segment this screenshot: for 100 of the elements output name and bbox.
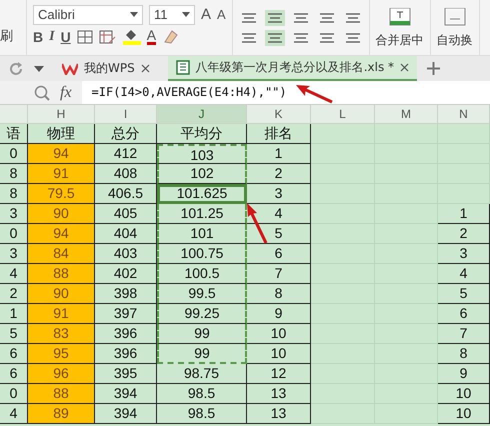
table-cell: 406.5 [95,184,157,204]
table-cell: 6 [438,304,490,324]
close-icon[interactable] [140,64,150,73]
table-cell: 10 [247,324,311,344]
table-cell: 7 [438,324,490,344]
format-painter-label[interactable]: 刷 [0,27,13,45]
column-header[interactable]: L [311,105,375,124]
wrap-text-button[interactable]: 自动换 [436,32,473,49]
table-cell: 402 [95,264,157,284]
table-cell: 9 [247,304,311,324]
close-icon[interactable] [400,63,410,72]
merge-center-button[interactable]: 合并居中 [376,32,424,49]
wrap-text-icon[interactable] [444,8,466,26]
column-header[interactable]: K [247,105,311,124]
table-cell: 1 [438,204,490,224]
spreadsheet-icon [176,60,190,75]
table-cell: 102 [157,164,247,184]
table-cell: 103 [157,144,247,164]
table-cell: 13 [247,384,311,404]
table-cell: 9 [438,364,490,384]
table-cell: 394 [95,404,157,424]
table-cell: 10 [438,384,490,404]
table-cell: 7 [247,264,311,284]
table-cell: 98.5 [157,384,247,404]
table-cell: 1 [247,144,311,164]
italic-button[interactable]: I [49,28,55,44]
formula-field[interactable]: =IF(I4>0,AVERAGE(E4:H4),"") [82,81,490,104]
table-cell: 语 [0,124,28,144]
w-logo-icon [62,62,78,74]
table-cell: 398 [95,284,157,304]
table-cell: 100.75 [157,244,247,264]
fill-bucket-icon[interactable] [122,28,141,44]
increase-font-button[interactable]: A [201,6,212,23]
table-cell: 89 [28,404,95,424]
table-cell: 排名 [247,124,311,144]
table-cell: 平均分 [157,124,247,144]
table-cell: 412 [95,144,157,164]
table-cell: 99.5 [157,284,247,304]
table-cell: 91 [28,304,95,324]
tab-label: 八年级第一次月考总分以及排名.xls * [196,59,394,76]
table-cell: 12 [247,364,311,384]
column-header[interactable]: I [95,105,157,124]
table-cell: 394 [95,384,157,404]
decrease-font-button[interactable]: A [217,7,226,22]
table-cell: 90 [28,204,95,224]
merge-cells-icon[interactable] [388,8,411,26]
table-cell: 84 [28,244,95,264]
caret-icon [182,12,190,17]
table-cell: 2 [247,164,311,184]
font-color-button[interactable]: A [146,28,156,44]
cell-format-icon[interactable] [98,30,117,44]
empty-cell [375,124,438,144]
table-cell: 10 [247,344,311,364]
column-header[interactable]: M [375,105,438,124]
font-size-dropdown[interactable]: 11 [149,4,195,24]
table-cell: 101 [157,224,247,244]
table-cell: 4 [438,264,490,284]
table-cell: 94 [28,144,95,164]
align-middle-icon[interactable] [264,10,285,26]
table-cell: 90 [28,284,95,304]
caret-icon [130,12,138,17]
borders-icon[interactable] [76,30,93,44]
dropdown-caret-icon[interactable] [34,66,44,72]
annotation-arrow [247,203,268,244]
empty-cell [438,124,490,144]
clear-format-icon[interactable] [162,28,180,44]
table-cell: 100.5 [157,264,247,284]
column-header[interactable]: N [438,105,490,124]
table-cell: 395 [95,364,157,384]
column-header[interactable]: H [28,105,95,124]
annotation-arrow [296,85,333,104]
underline-button[interactable]: U [60,28,71,44]
font-name-dropdown[interactable]: Calibri [33,4,143,24]
table-cell: 8 [438,344,490,364]
table-cell: 总分 [95,124,157,144]
table-cell: 96 [28,364,95,384]
table-cell: 10 [438,404,490,424]
bold-button[interactable]: B [33,28,44,44]
table-cell: 408 [95,164,157,184]
table-cell: 88 [28,384,95,404]
table-cell: 79.5 [28,184,95,204]
empty-cell [311,124,375,144]
table-cell: 95 [28,344,95,364]
table-cell: 397 [95,304,157,324]
table-cell: 98.75 [157,364,247,384]
table-cell: 396 [95,324,157,344]
align-center-icon[interactable] [264,30,285,46]
new-tab-icon[interactable] [427,62,440,75]
table-cell: 83 [28,324,95,344]
table-cell: 99.25 [157,304,247,324]
table-cell: 404 [95,224,157,244]
column-header[interactable]: J [157,105,247,124]
tab-label: 我的WPS [84,60,135,77]
table-cell: 94 [28,224,95,244]
document-tab[interactable]: 八年级第一次月考总分以及排名.xls * [168,56,418,81]
table-cell: 101.625 [157,184,247,204]
zoom-icon[interactable] [34,84,50,100]
document-tab[interactable]: 我的WPS [54,56,158,81]
insert-function-button[interactable]: fx [60,84,72,102]
table-cell: 98.5 [157,404,247,424]
